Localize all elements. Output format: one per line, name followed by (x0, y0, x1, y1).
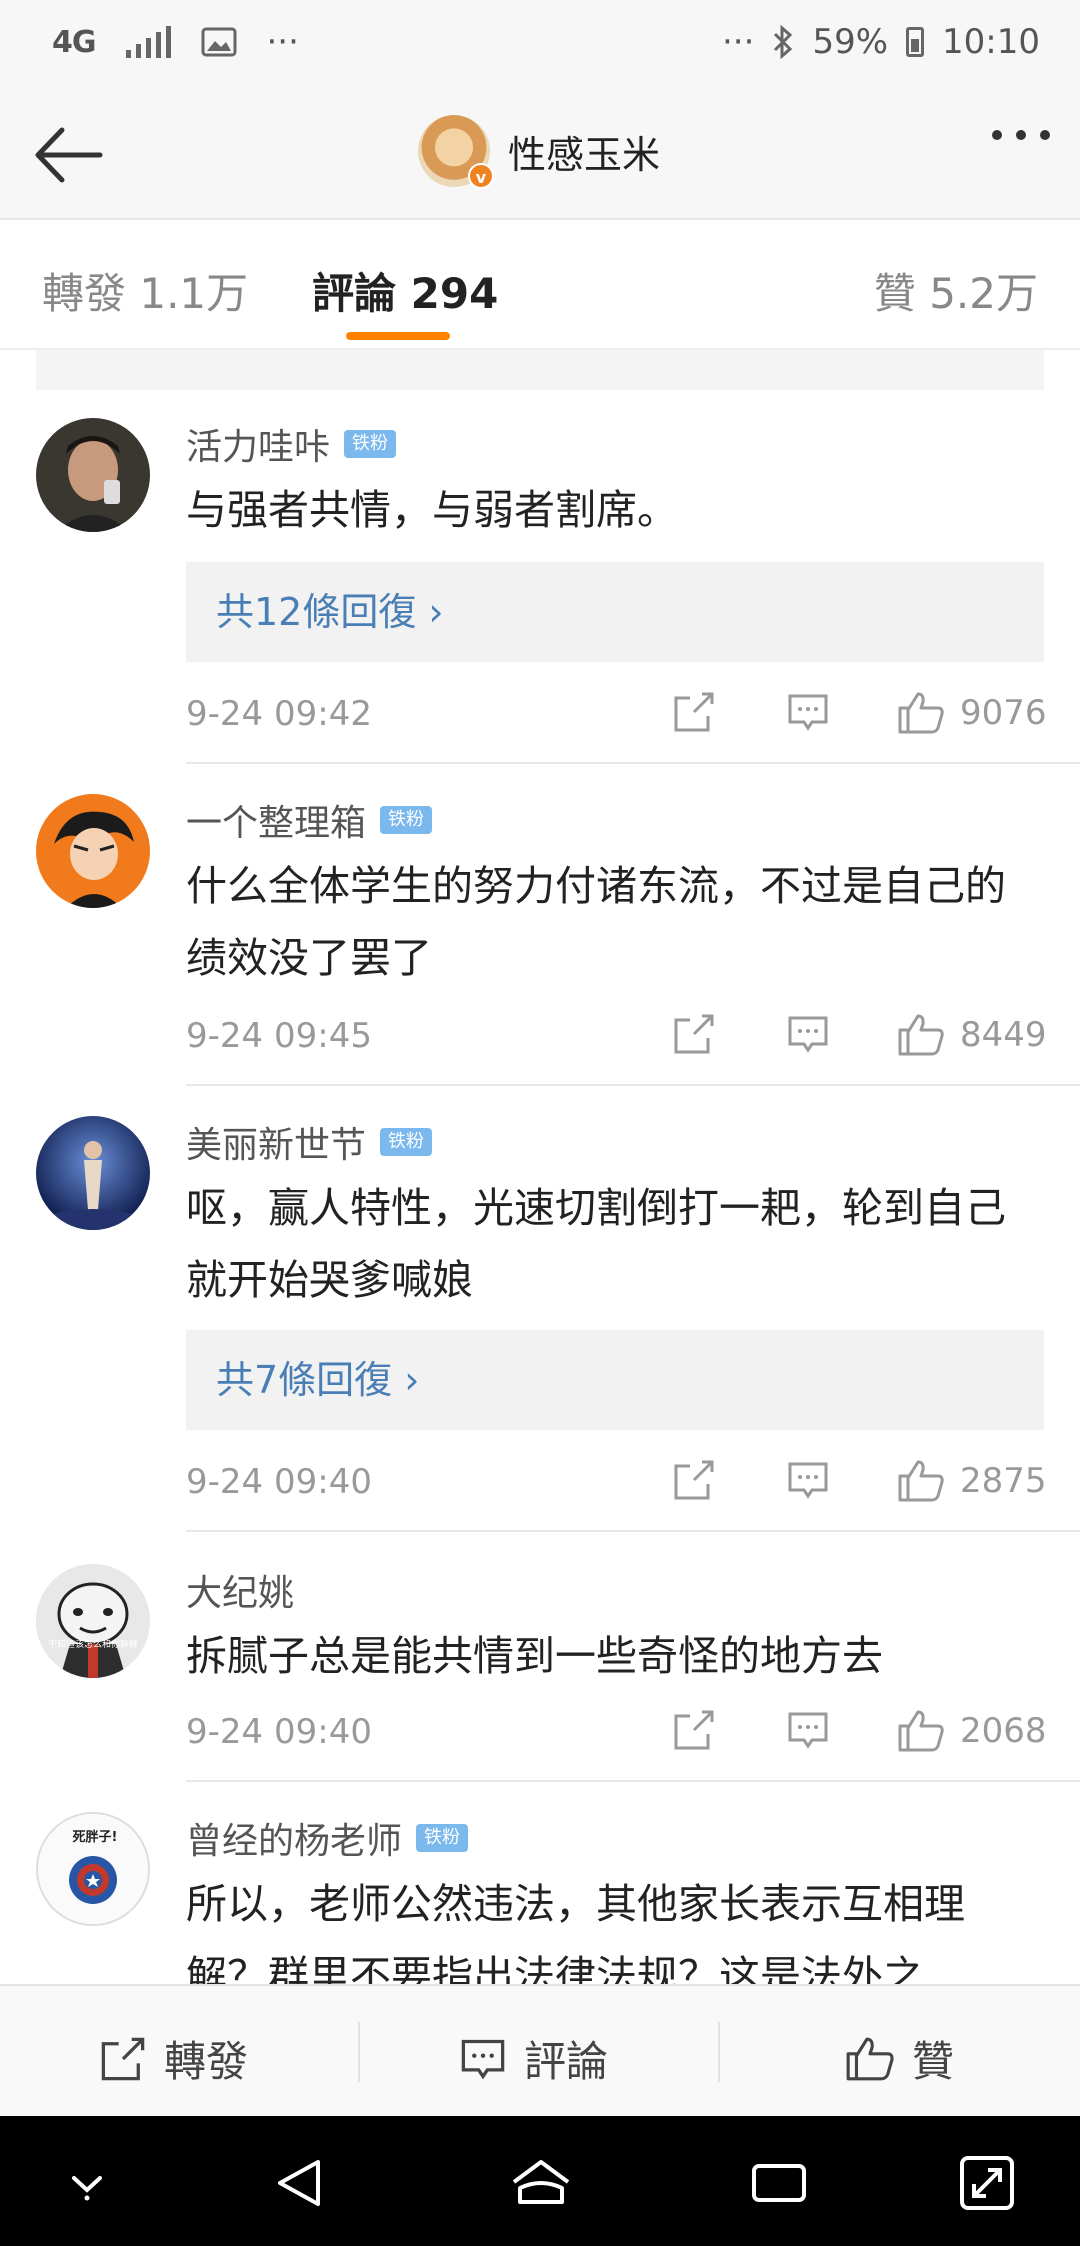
signal-icon (125, 26, 171, 58)
nav-down-icon[interactable] (52, 2148, 122, 2218)
separator (186, 762, 1080, 764)
comment-icon[interactable] (786, 1012, 830, 1056)
user-name[interactable]: 一个整理箱 (186, 794, 366, 846)
like-button[interactable]: 8449 (896, 1012, 1047, 1058)
battery-percent: 59% (812, 22, 889, 62)
replies-link[interactable]: 共7條回復 › (186, 1330, 1044, 1430)
network-indicator: 4G (52, 24, 96, 60)
user-name[interactable]: 曾经的杨老师 (186, 1812, 402, 1864)
active-tab-indicator (346, 332, 450, 340)
separator (186, 1530, 1080, 1532)
comment-text: 与强者共情，与弱者割席。 (186, 486, 678, 534)
nav-home-icon[interactable] (506, 2148, 576, 2218)
title-avatar: v (418, 115, 494, 189)
like-button[interactable]: 2068 (896, 1708, 1047, 1754)
status-bar: 4G ··· ··· 59% 10:10 (0, 0, 1080, 90)
comment-text: 所以，老师公然违法，其他家长表示互相理解？群里不要指出法律法规？这是法外之 (186, 1880, 965, 1984)
avatar[interactable] (36, 1116, 150, 1230)
repost-icon[interactable] (672, 1708, 716, 1752)
avatar[interactable]: 不知道该怎么和你解释 (36, 1564, 150, 1678)
tab-bar: 轉發 1.1万 評論 294 贊 5.2万 (0, 220, 1080, 350)
like-icon (898, 692, 944, 734)
fan-badge: 铁粉 (380, 806, 433, 834)
nav-expand-icon[interactable] (952, 2148, 1022, 2218)
like-icon (898, 1710, 944, 1752)
fan-badge: 铁粉 (344, 430, 397, 458)
system-nav-bar (0, 2116, 1080, 2246)
page-title: 性感玉米 (508, 132, 661, 177)
repost-icon[interactable] (672, 1458, 716, 1502)
clock: 10:10 (942, 22, 1040, 62)
repost-icon[interactable] (672, 690, 716, 734)
image-notification-icon (201, 27, 236, 57)
avatar-caption: 不知道该怎么和你解释 (47, 1640, 138, 1650)
title-bar: v 性感玉米 (0, 90, 1080, 220)
back-arrow-icon[interactable] (28, 120, 108, 190)
like-icon (898, 1460, 944, 1502)
nav-recents-icon[interactable] (744, 2148, 814, 2218)
avatar[interactable] (36, 794, 150, 908)
like-count: 2875 (960, 1461, 1047, 1501)
separator (186, 1780, 1080, 1782)
tab-repost[interactable]: 轉發 1.1万 (42, 260, 248, 321)
comment-button[interactable]: 評論 (458, 2028, 608, 2089)
comment-icon[interactable] (786, 690, 830, 734)
more-notifications: ··· (266, 22, 299, 62)
bluetooth-icon (774, 25, 793, 59)
divider (358, 2022, 360, 2082)
like-button[interactable]: 2875 (896, 1458, 1047, 1504)
repost-label: 轉發 (164, 2037, 249, 2086)
comment-label: 評論 (524, 2037, 609, 2086)
tab-comments[interactable]: 評論 294 (312, 260, 498, 321)
like-count: 2068 (960, 1711, 1047, 1751)
avatar[interactable]: 死胖子! (36, 1812, 150, 1926)
like-icon (846, 2037, 894, 2080)
divider (718, 2022, 720, 2082)
tab-likes[interactable]: 贊 5.2万 (874, 260, 1038, 321)
fan-badge: 铁粉 (380, 1128, 433, 1156)
comment-text: 呕，赢人特性，光速切割倒打一耙，轮到自己就开始哭爹喊娘 (186, 1184, 1006, 1304)
like-icon (898, 1014, 944, 1056)
more-icon[interactable] (992, 130, 1050, 140)
separator (186, 1084, 1080, 1086)
user-name[interactable]: 美丽新世节 (186, 1116, 366, 1168)
previous-content-strip (36, 350, 1044, 390)
like-count: 8449 (960, 1015, 1047, 1055)
comment-icon (461, 2039, 505, 2079)
comment-icon[interactable] (786, 1458, 830, 1502)
comment-text: 什么全体学生的努力付诸东流，不过是自己的绩效没了罢了 (186, 862, 1006, 982)
bottom-action-bar: 轉發 評論 贊 (0, 1984, 1080, 2116)
repost-button[interactable]: 轉發 (98, 2028, 248, 2089)
fan-badge: 铁粉 (416, 1824, 469, 1852)
repost-icon[interactable] (672, 1012, 716, 1056)
like-button-bottom[interactable]: 贊 (844, 2028, 954, 2089)
avatar[interactable] (36, 418, 150, 532)
like-button[interactable]: 9076 (896, 690, 1047, 736)
user-name[interactable]: 大纪姚 (186, 1564, 294, 1616)
avatar-caption: 死胖子! (72, 1830, 118, 1845)
verified-badge: v (468, 163, 494, 189)
user-name[interactable]: 活力哇咔 (186, 418, 330, 470)
comment-item: 死胖子! 曾经的杨老师 铁粉 所以，老师公然违法，其他家长表示互相理解？群里不要… (0, 1812, 1080, 1984)
like-count: 9076 (960, 693, 1047, 733)
like-label: 贊 (912, 2037, 955, 2086)
status-dots: ··· (722, 22, 755, 62)
title-user[interactable]: v 性感玉米 (418, 115, 661, 189)
comment-text: 拆腻子总是能共情到一些奇怪的地方去 (186, 1632, 883, 1680)
comment-icon[interactable] (786, 1708, 830, 1752)
battery-icon (906, 27, 925, 57)
repost-icon (101, 2037, 145, 2080)
nav-back-icon[interactable] (266, 2148, 336, 2218)
replies-link[interactable]: 共12條回復 › (186, 562, 1044, 662)
